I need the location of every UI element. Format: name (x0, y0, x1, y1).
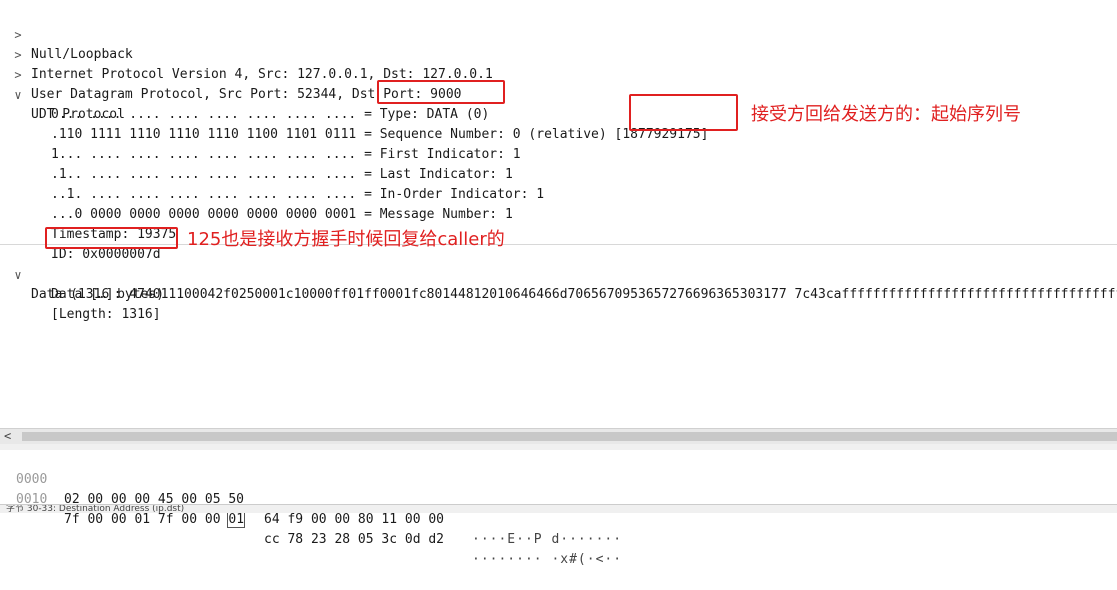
tree-row-type[interactable]: 0... .... .... .... .... .... .... .... … (0, 85, 489, 122)
packet-details-pane: > Null/Loopback > Internet Protocol Vers… (0, 0, 1117, 428)
horizontal-scrollbar[interactable]: < (0, 428, 1117, 444)
tree-row-id[interactable]: ID: 0x0000007d (0, 225, 161, 262)
scroll-left-icon[interactable]: < (4, 429, 11, 444)
row-label: 1... .... .... .... .... .... .... .... … (51, 147, 521, 162)
annotation-box-type (377, 80, 505, 104)
hex-bytes-group1[interactable]: 7f 00 00 01 7f 00 00 01 (64, 510, 246, 530)
hex-bytes-group2[interactable]: cc 78 23 28 05 3c 0d d2 (264, 530, 444, 550)
hex-byte-highlighted[interactable]: 01 (227, 511, 246, 528)
tree-row-last-indicator[interactable]: .1.. .... .... .... .... .... .... .... … (0, 145, 513, 182)
annotation-seq-note: 接受方回给发送方的：起始序列号 (751, 104, 1021, 125)
annotation-box-sequence (629, 94, 738, 131)
tree-row-ipv4[interactable]: > Internet Protocol Version 4, Src: 127.… (0, 25, 492, 82)
hex-bytes-group2[interactable]: 64 f9 00 00 80 11 00 00 (264, 510, 444, 530)
annotation-box-id (45, 227, 178, 249)
tree-row-udp[interactable]: > User Datagram Protocol, Src Port: 5234… (0, 45, 461, 102)
hex-ascii[interactable]: ········ ·x#(·<·· (472, 550, 622, 570)
clipped-top-row (0, 0, 1117, 4)
row-label: [Length: 1316] (51, 307, 161, 322)
hex-bytes-prefix[interactable]: 7f 00 00 01 7f 00 00 (64, 512, 228, 527)
row-label: Data […]: 474011100042f0250001c10000ff01… (51, 287, 1117, 302)
row-label: .1.. .... .... .... .... .... .... .... … (51, 167, 513, 182)
hex-row: 0000 02 00 00 00 45 00 05 50 64 f9 00 00… (0, 450, 621, 547)
tree-row-timestamp[interactable]: Timestamp: 19375 (0, 205, 176, 242)
tree-row-sequence[interactable]: .110 1111 1110 1110 1110 1100 1101 0111 … (0, 105, 708, 142)
row-label: .110 1111 1110 1110 1110 1100 1101 0111 … (51, 127, 709, 142)
row-label: Null/Loopback (31, 47, 133, 62)
row-label: ..1. .... .... .... .... .... .... .... … (51, 187, 545, 202)
tree-row-udt[interactable]: ∨ UDT Protocol (0, 65, 125, 122)
hex-row: 0010 7f 00 00 01 7f 00 00 01 cc 78 23 28… (0, 470, 621, 567)
hex-ascii[interactable]: ····E··P d······· (472, 530, 622, 550)
annotation-id-note: 125也是接收方握手时候回复给caller的 (187, 229, 505, 250)
tree-row-data[interactable]: ∨ Data (1316 bytes) (0, 245, 164, 302)
row-label: ...0 0000 0000 0000 0000 0000 0000 0001 … (51, 207, 513, 222)
packet-bytes-pane: 0000 02 00 00 00 45 00 05 50 64 f9 00 00… (0, 450, 1117, 567)
tree-row-null-loopback[interactable]: > Null/Loopback (0, 5, 132, 62)
tree-row-message-number[interactable]: ...0 0000 0000 0000 0000 0000 0000 0001 … (0, 185, 513, 222)
row-label: 0... .... .... .... .... .... .... .... … (51, 107, 490, 122)
tree-row-length[interactable]: [Length: 1316] (0, 285, 161, 322)
scrollbar-thumb[interactable] (22, 432, 1117, 441)
tree-row-first-indicator[interactable]: 1... .... .... .... .... .... .... .... … (0, 125, 521, 162)
tree-row-inorder-indicator[interactable]: ..1. .... .... .... .... .... .... .... … (0, 165, 544, 202)
tree-row-data-bytes[interactable]: Data […]: 474011100042f0250001c10000ff01… (0, 265, 1117, 302)
